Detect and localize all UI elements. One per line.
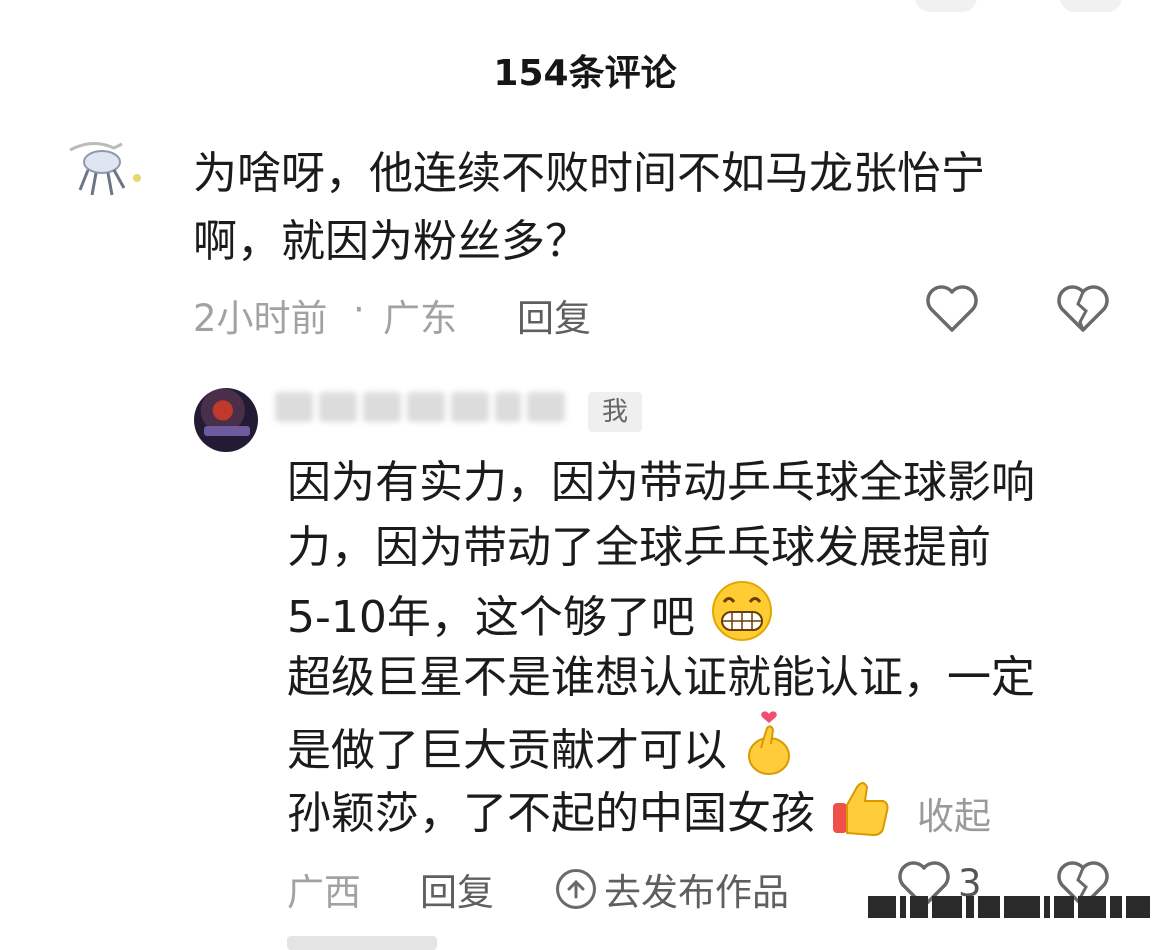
comment-line: 力，因为带动了全球乒乓球发展提前 <box>287 522 991 573</box>
comment-line: 啊，就因为粉丝多？ <box>193 216 589 267</box>
comments-title: 154条评论 <box>493 53 677 94</box>
meta-separator: · <box>353 288 365 331</box>
avatar[interactable] <box>194 388 258 452</box>
me-badge: 我 <box>588 392 642 432</box>
publish-work-button[interactable]: 去发布作品 <box>556 862 789 916</box>
avatar[interactable] <box>52 140 152 200</box>
comment-line: 超级巨星不是谁想认证就能认证，一定 <box>287 652 1035 703</box>
comment-time: 2小时前 <box>193 297 328 340</box>
heart-outline-icon[interactable] <box>925 284 979 334</box>
comment-location: 广东 <box>383 297 457 340</box>
comment-text: 为啥呀，他连续不败时间不如马龙张怡宁 啊，就因为粉丝多？ <box>193 140 1093 276</box>
next-comment-preview <box>287 936 437 950</box>
reply-button[interactable]: 回复 <box>517 288 591 342</box>
comment-line: 是做了巨大贡献才可以 <box>287 725 727 776</box>
arrow-up-circle-icon <box>556 869 596 909</box>
comment-location: 广西 <box>287 871 361 914</box>
comment-line: 孙颖莎，了不起的中国女孩 <box>287 788 815 839</box>
thumbs-up-emoji-icon <box>829 775 893 857</box>
publish-work-label: 去发布作品 <box>604 871 789 914</box>
comment-line: 5-10年，这个够了吧 <box>287 592 695 643</box>
comment-line: 为啥呀，他连续不败时间不如马龙张怡宁 <box>193 148 985 199</box>
comment-text: 因为有实力，因为带动乒乓球全球影响 力，因为带动了全球乒乓球发展提前 5-10年… <box>287 450 1147 840</box>
broken-heart-icon[interactable] <box>1056 284 1110 334</box>
reply-button[interactable]: 回复 <box>420 862 494 916</box>
watermark <box>868 896 1150 918</box>
top-bar-button[interactable] <box>915 0 977 12</box>
top-bar-button[interactable] <box>1060 0 1122 12</box>
username-blurred[interactable] <box>275 392 565 422</box>
collapse-button[interactable]: 收起 <box>917 795 991 838</box>
comment-line: 因为有实力，因为带动乒乓球全球影响 <box>287 457 1035 508</box>
